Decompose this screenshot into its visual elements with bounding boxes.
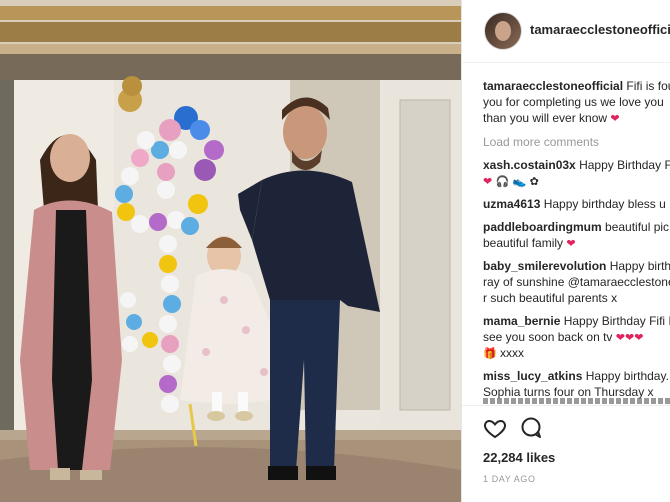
comment-tail: xxxx [500,346,525,360]
shoe-icon: 👟 [512,175,527,188]
comment-username[interactable]: miss_lucy_atkins [483,369,582,383]
heart-icon: ❤❤❤ [615,331,644,344]
comment-text: ray of sunshine @tamaraecclestone [483,275,670,289]
comments-section: tamaraecclestoneofficial Fifi is four yo… [483,78,670,400]
comment-text: r such beautiful parents x [483,291,618,305]
post-caption: tamaraecclestoneofficial Fifi is four yo… [483,78,670,126]
comment-item: paddleboardingmum beautiful pic beautifu… [483,219,670,251]
comment-text: Happy birthday bless u [543,197,666,211]
comment-item: xash.costain03x Happy Birthday F ❤ 🎧 👟 ✿ [483,157,670,189]
comment-bubble-icon[interactable] [519,416,543,440]
family-photo-illustration [0,0,461,502]
post-side-panel: tamaraecclestoneofficial tamaraeccleston… [461,0,670,502]
comment-text: beautiful family [483,236,564,250]
comment-item: mama_bernie Happy Birthday Fifi I see yo… [483,313,670,361]
post-timestamp: 1 DAY AGO [483,474,536,484]
likes-count[interactable]: 22,284 likes [483,450,555,465]
comment-text: Happy birthday. [585,369,669,383]
comment-username[interactable]: baby_smilerevolution [483,259,606,273]
heart-icon: ❤ [483,175,493,188]
post-actions: 22,284 likes 1 DAY AGO [462,405,670,502]
post-header: tamaraecclestoneofficial [462,0,670,63]
comment-username[interactable]: paddleboardingmum [483,220,602,234]
comment-item: miss_lucy_atkins Happy birthday. Sophia … [483,368,670,400]
caption-username[interactable]: tamaraecclestoneofficial [483,79,623,93]
like-heart-icon[interactable] [483,416,507,440]
comment-item: uzma4613 Happy birthday bless u [483,196,670,212]
comment-username[interactable]: xash.costain03x [483,158,576,172]
flower-icon: ✿ [529,175,539,188]
comment-text: Happy birth [609,259,670,273]
comment-text: see you soon back on tv [483,330,613,344]
comment-text: Happy Birthday F [579,158,670,172]
cut-off-comment [483,398,670,404]
comment-text: beautiful pic [605,220,670,234]
comment-item: baby_smilerevolution Happy birth ray of … [483,258,670,306]
heart-icon: ❤ [566,237,576,250]
author-username[interactable]: tamaraecclestoneofficial [530,22,670,37]
caption-line-1: Fifi is four [626,79,670,93]
caption-line-2: you for completing us we love you [483,95,664,109]
heart-icon: ❤ [610,112,620,125]
post-photo[interactable] [0,0,461,502]
comment-username[interactable]: uzma4613 [483,197,540,211]
load-more-comments-button[interactable]: Load more comments [483,134,670,150]
comment-text: Happy Birthday Fifi I [563,314,670,328]
headphones-icon: 🎧 [495,175,510,188]
comment-username[interactable]: mama_bernie [483,314,560,328]
author-avatar[interactable] [484,12,522,50]
caption-line-3: than you will ever know [483,111,608,125]
gift-icon: 🎁 [483,347,497,360]
